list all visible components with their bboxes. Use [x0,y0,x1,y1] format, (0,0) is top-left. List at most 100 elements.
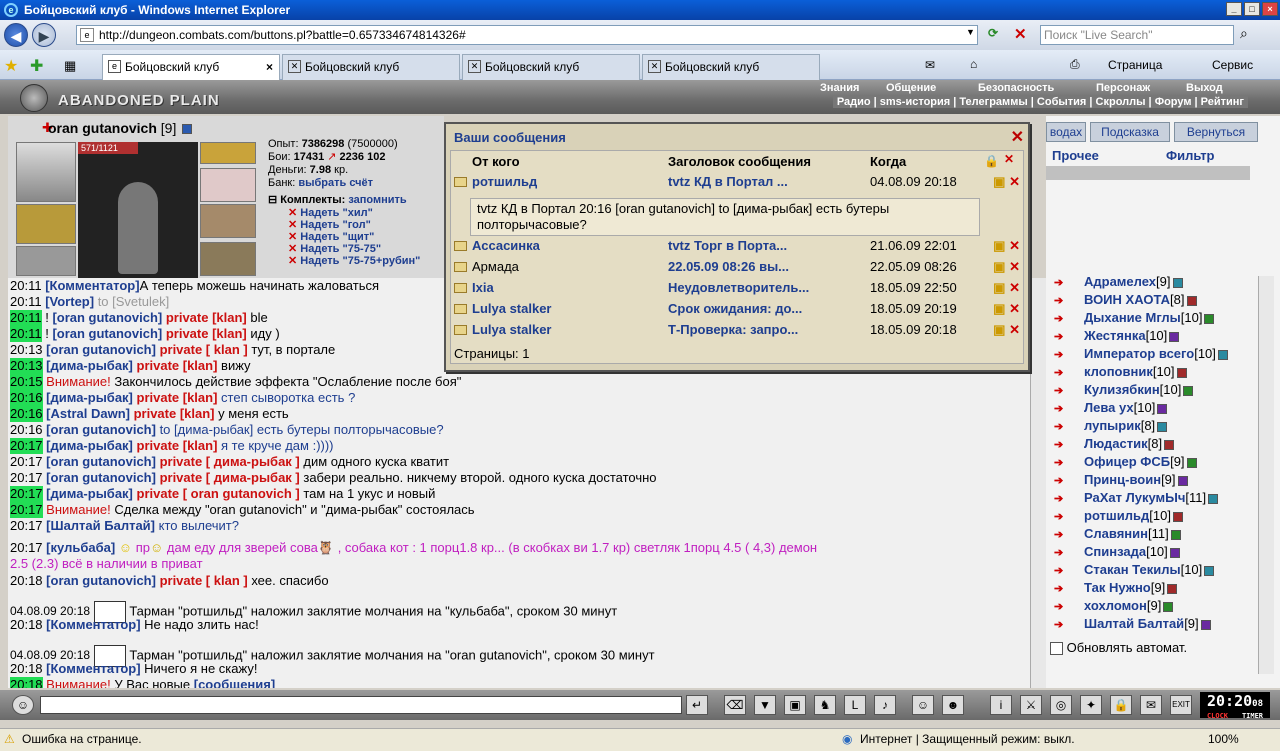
user-list-item[interactable]: ➔ Принц-воин[9] [1054,472,1188,487]
tab-filter[interactable]: Фильтр [1166,148,1215,163]
message-subject[interactable]: Т-Проверка: запро... [668,322,798,337]
user-list-item[interactable]: ➔ лупырик[8] [1054,418,1168,433]
private-arrow-icon[interactable]: ➔ [1054,582,1063,595]
private-arrow-icon[interactable]: ➔ [1054,294,1063,307]
chat-nick[interactable]: [Комментатор] [45,278,139,293]
menu-security[interactable]: Безопасность [978,82,1054,94]
private-arrow-icon[interactable]: ➔ [1054,348,1063,361]
info-badge-icon[interactable] [1176,367,1187,378]
close-window-button[interactable]: × [1262,2,1278,16]
user-list-item[interactable]: ➔ Спинзада[10] [1054,544,1180,559]
info-badge-icon[interactable] [1169,331,1180,342]
chat-input[interactable] [40,696,682,714]
chat-timestamp[interactable]: 20:15 [10,374,43,390]
helmet-slot[interactable] [16,142,76,202]
delete-icon[interactable]: ✕ [1009,301,1020,316]
service-menu[interactable]: Сервис [1212,58,1253,72]
message-row[interactable]: Ixia Неудовлетворитель... 18.05.09 22:50 ▣ … [452,280,1024,300]
smile-panel-icon[interactable]: ☺ [12,695,34,715]
stop-icon[interactable]: ✕ [1014,25,1032,43]
lock-icon[interactable]: ▣ [993,280,1005,295]
chat-nick[interactable]: [Шалтай Балтай] [46,518,155,533]
status-error[interactable]: Ошибка на странице. [22,729,142,750]
chat-nick[interactable]: [oran gutanovich] [46,422,156,437]
info-badge-icon[interactable] [1200,619,1211,630]
url-dropdown-icon[interactable]: ▼ [966,27,978,43]
warning-icon[interactable]: ⚠ [4,729,15,750]
chat-timestamp[interactable]: 20:13 [10,358,43,374]
private-arrow-icon[interactable]: ➔ [1054,456,1063,469]
chat-nick[interactable]: [Astral Dawn] [46,406,130,421]
users-scrollbar[interactable] [1258,276,1274,674]
info-badge-icon[interactable] [1172,511,1183,522]
tab-3[interactable]: ✕ Бойцовский клуб [462,54,640,80]
message-from[interactable]: Lulya stalker [472,322,552,337]
user-list-item[interactable]: ➔ РаХат ЛукумЫч[11] [1054,490,1219,505]
message-from[interactable]: Lulya stalker [472,301,552,316]
exit-icon[interactable]: EXIT [1170,695,1192,715]
chat-timestamp[interactable]: 20:11 [10,326,42,342]
private-arrow-icon[interactable]: ➔ [1054,528,1063,541]
private-arrow-icon[interactable]: ➔ [1054,600,1063,613]
pagination[interactable]: Страницы: 1 [454,346,530,361]
bank-link[interactable]: выбрать счёт [298,177,373,189]
chat-timestamp[interactable]: 20:17 [10,470,43,486]
info-badge-icon[interactable] [1167,583,1178,594]
refresh-icon[interactable]: ⟳ [988,26,1006,44]
save-icon[interactable]: ▣ [784,695,806,715]
forward-button[interactable]: ▶ [32,23,56,47]
search-icon[interactable]: ⌕ [1240,25,1260,45]
chat-timestamp[interactable]: 20:18 [10,617,43,633]
delete-icon[interactable]: ✕ [1009,174,1020,189]
user-list-item[interactable]: ➔ клоповник[10] [1054,364,1187,379]
url-input[interactable]: e http://dungeon.combats.com/buttons.pl?… [76,25,978,45]
info-badge-icon[interactable] [1208,493,1219,504]
info-badge-icon[interactable] [1164,439,1175,450]
info-badge-icon[interactable] [1170,529,1181,540]
private-arrow-icon[interactable]: ➔ [1054,546,1063,559]
chat-nick[interactable]: [дима-рыбак] [46,438,133,453]
private-arrow-icon[interactable]: ➔ [1054,420,1063,433]
message-subject[interactable]: tvtz Торг в Порта... [668,238,787,253]
menu-exit[interactable]: Выход [1186,82,1223,94]
lock-icon[interactable]: ▣ [993,322,1005,337]
btn-partial[interactable]: водах [1046,122,1086,142]
lock-all-icon[interactable]: 🔒 [984,154,999,168]
auto-refresh-row[interactable]: Обновлять автомат. [1050,640,1187,656]
chat-timestamp[interactable]: 20:17 [10,438,43,454]
home-icon[interactable]: ⌂ [970,57,977,71]
private-arrow-icon[interactable]: ➔ [1054,564,1063,577]
info-badge-icon[interactable] [1186,295,1197,306]
amulet-slot[interactable] [200,142,256,164]
print-icon[interactable]: ⎙ [1070,57,1080,72]
search-input[interactable]: Поиск "Live Search" [1040,25,1234,45]
submenu-links[interactable]: Радио | sms-история | Телеграммы | Событ… [832,96,1248,108]
send-icon[interactable]: ↵ [686,695,708,715]
info-badge-icon[interactable] [1157,421,1168,432]
chat-nick[interactable]: [Комментатор] [46,661,140,676]
private-arrow-icon[interactable]: ➔ [1054,438,1063,451]
tab-close-icon[interactable]: × [266,55,273,79]
chat-timestamp[interactable]: 20:16 [10,390,43,406]
shield-slot[interactable] [200,242,256,276]
message-row[interactable]: Lulya stalker Срок ожидания: до... 18.05.0… [452,301,1024,321]
private-arrow-icon[interactable]: ➔ [1054,276,1063,289]
message-from[interactable]: Ассасинка [472,238,540,253]
mail-icon[interactable]: ✉ [1140,695,1162,715]
user-list-item[interactable]: ➔ Людастик[8] [1054,436,1175,451]
character-name[interactable]: oran gutanovich [48,120,157,136]
lock-icon[interactable]: ▣ [993,259,1005,274]
info-badge-icon[interactable] [1163,601,1174,612]
message-subject[interactable]: tvtz КД в Портал ... [668,174,788,189]
delete-all-icon[interactable]: ✕ [1004,152,1014,166]
user-list-item[interactable]: ➔ Кулизябкин[10] [1054,382,1194,397]
info-badge-icon[interactable] [1157,403,1168,414]
map-icon[interactable]: ◎ [1050,695,1072,715]
user-list-item[interactable]: ➔ Шалтай Балтай[9] [1054,616,1211,631]
private-arrow-icon[interactable]: ➔ [1054,474,1063,487]
chat-timestamp[interactable]: 20:17 [10,502,43,518]
chat-timestamp[interactable]: 20:18 [10,573,43,589]
message-subject[interactable]: Неудовлетворитель... [668,280,809,295]
user-list-item[interactable]: ➔ Стакан Текилы[10] [1054,562,1215,577]
chat-timestamp[interactable]: 20:11 [10,278,42,294]
